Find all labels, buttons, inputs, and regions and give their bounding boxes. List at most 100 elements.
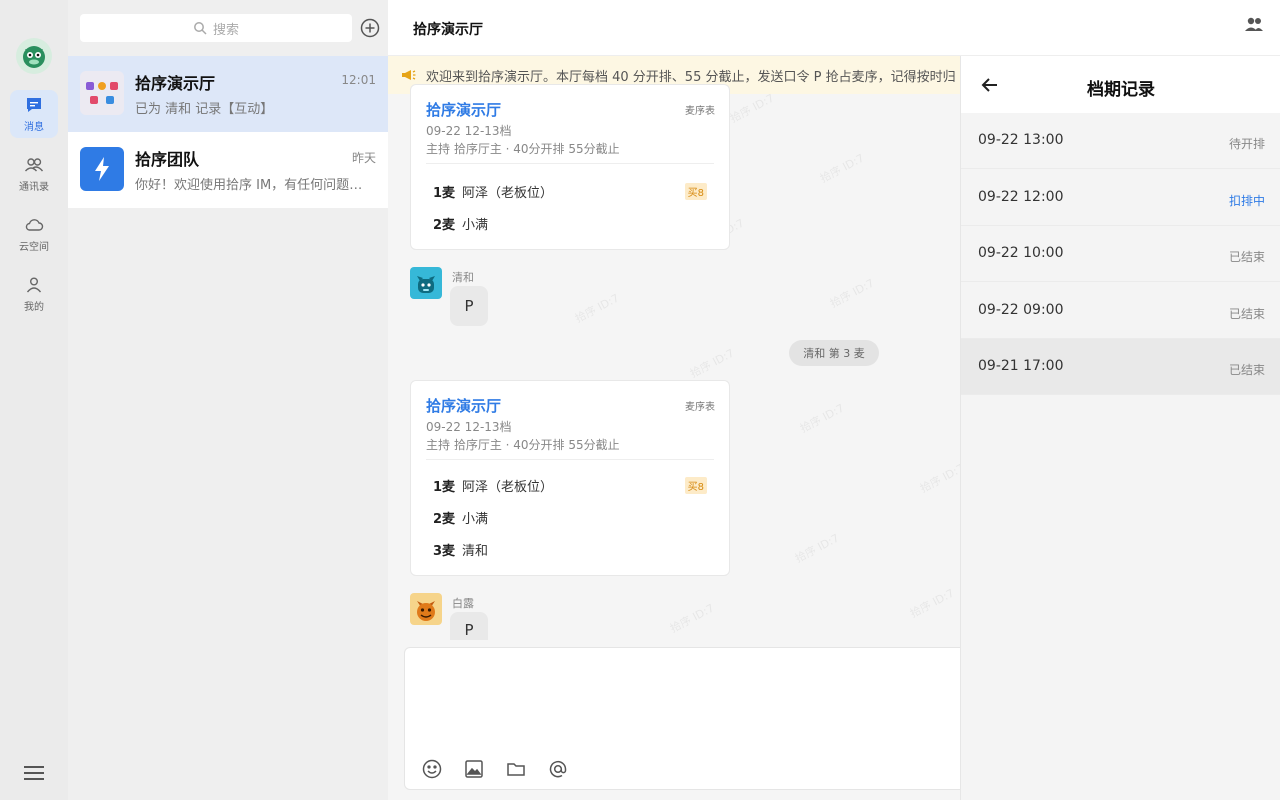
rail-item-label: 云空间: [19, 242, 49, 253]
record-row[interactable]: 09-22 10:00 已结束: [961, 226, 1280, 282]
record-status: 待开排: [1228, 137, 1265, 151]
divider: [426, 459, 714, 460]
cloud-icon: [25, 219, 44, 231]
devil-avatar-icon: [417, 601, 435, 621]
rail-item-label: 通讯录: [19, 182, 49, 193]
card-info: 主持 拾序厅主 · 40分开排 55分截止: [426, 142, 620, 156]
buy-badge: 买8: [684, 182, 707, 200]
folder-icon[interactable]: [505, 758, 527, 780]
image-icon[interactable]: [463, 758, 485, 780]
mic-number: 1麦: [433, 479, 456, 495]
emoji-icon[interactable]: [421, 758, 443, 780]
record-status: 扣排中: [1228, 194, 1265, 208]
mic-number: 2麦: [433, 217, 456, 233]
chat-title: 拾序演示厅: [413, 22, 483, 38]
group-members-icon[interactable]: [1244, 16, 1264, 34]
mic-order-card[interactable]: 拾序演示厅 麦序表 09-22 12-13档 主持 拾序厅主 · 40分开排 5…: [410, 84, 730, 250]
record-status: 已结束: [1228, 307, 1265, 321]
watermark-text: 拾序 ID:7: [827, 276, 877, 311]
watermark-text: 拾序 ID:7: [907, 586, 957, 621]
system-notice: 清和 第 3 麦: [789, 340, 879, 366]
chat-pane: 拾序演示厅 欢迎来到拾序演示厅。本厅每档 40 分开排、55 分截止，发送口令 …: [388, 0, 1280, 800]
record-row[interactable]: 09-22 09:00 已结束: [961, 283, 1280, 339]
mention-icon[interactable]: [547, 758, 569, 780]
watermark-text: 拾序 ID:7: [817, 151, 867, 186]
record-status: 已结束: [1228, 250, 1265, 264]
watermark-text: 拾序 ID:7: [797, 401, 847, 436]
mic-user: 阿泽（老板位）: [462, 185, 554, 201]
record-time: 09-22 10:00: [978, 245, 1064, 261]
contacts-icon: [24, 158, 44, 172]
conversation-name: 拾序演示厅: [135, 74, 216, 93]
card-title: 拾序演示厅: [426, 101, 502, 119]
team-avatar: [80, 147, 124, 191]
mic-user: 小满: [462, 511, 489, 527]
sender-avatar[interactable]: [410, 267, 442, 299]
cat-avatar-icon: [417, 276, 435, 293]
record-time: 09-22 13:00: [978, 132, 1064, 148]
divider: [426, 163, 714, 164]
rail-item-label: 我的: [24, 302, 44, 313]
conversation-item-hall[interactable]: 拾序演示厅 12:01 已为 清和 记录【互动】: [68, 56, 388, 132]
rail-item-contacts[interactable]: 通讯录: [10, 150, 58, 198]
message-bubble[interactable]: P: [450, 612, 488, 640]
record-row[interactable]: 09-22 12:00 扣排中: [961, 170, 1280, 226]
mic-row: 3麦 清和: [433, 538, 707, 560]
add-circle-icon[interactable]: [359, 17, 381, 39]
record-time: 09-21 17:00: [978, 358, 1064, 374]
search-icon: [194, 22, 207, 35]
watermark-text: 拾序 ID:7: [792, 531, 842, 566]
user-avatar[interactable]: [16, 38, 52, 74]
announcement-text: 欢迎来到拾序演示厅。本厅每档 40 分开排、55 分截止，发送口令 P 抢占麦序…: [426, 69, 956, 85]
mic-user: 阿泽（老板位）: [462, 479, 554, 495]
card-tag: 麦序表: [685, 106, 715, 117]
record-status: 已结束: [1228, 363, 1265, 377]
chat-bubble-icon: [27, 98, 41, 112]
conversation-name: 拾序团队: [135, 150, 200, 169]
group-avatar: [80, 71, 124, 115]
hamburger-menu-icon[interactable]: [22, 762, 46, 784]
rail-item-label: 消息: [24, 122, 44, 133]
emoji-grid-icon: [86, 82, 118, 104]
watermark-text: 拾序 ID:7: [572, 291, 622, 326]
card-tag: 麦序表: [685, 402, 715, 413]
chat-header: 拾序演示厅: [388, 0, 1280, 56]
conversation-time: 12:01: [341, 73, 376, 87]
record-row[interactable]: 09-21 17:00 已结束: [961, 339, 1280, 395]
watermark-text: 拾序 ID:7: [727, 91, 777, 126]
record-row[interactable]: 09-22 13:00 待开排: [961, 113, 1280, 169]
message-composer[interactable]: [404, 647, 980, 790]
mic-number: 3麦: [433, 543, 456, 559]
sender-name: 白露: [452, 597, 474, 610]
sender-name: 清和: [452, 271, 474, 284]
lightning-icon: [95, 157, 109, 181]
conversation-preview: 你好！欢迎使用拾序 IM，有任何问题可…: [135, 178, 375, 193]
mic-number: 1麦: [433, 185, 456, 201]
panel-title: 档期记录: [1087, 80, 1155, 100]
conversation-item-team[interactable]: 拾序团队 昨天 你好！欢迎使用拾序 IM，有任何问题可…: [68, 132, 388, 208]
card-title: 拾序演示厅: [426, 397, 502, 415]
mic-order-card[interactable]: 拾序演示厅 麦序表 09-22 12-13档 主持 拾序厅主 · 40分开排 5…: [410, 380, 730, 576]
panel-header: 档期记录: [961, 56, 1280, 113]
mic-row: 1麦 阿泽（老板位） 买8: [433, 180, 707, 202]
period-records-panel: 档期记录 09-22 13:00 待开排 09-22 12:00 扣排中 09-…: [960, 56, 1280, 800]
record-time: 09-22 09:00: [978, 302, 1064, 318]
mic-row: 1麦 阿泽（老板位） 买8: [433, 474, 707, 496]
rail-item-me[interactable]: 我的: [10, 270, 58, 318]
mic-user: 清和: [462, 543, 489, 559]
mic-row: 2麦 小满: [433, 506, 707, 528]
message-bubble[interactable]: P: [450, 286, 488, 326]
search-input[interactable]: 搜索: [80, 14, 352, 42]
watermark-text: 拾序 ID:7: [667, 601, 717, 636]
conversation-time: 昨天: [351, 151, 376, 165]
app-rail: 消息 通讯录 云空间 我的: [0, 0, 68, 800]
mic-row: 2麦 小满: [433, 212, 707, 234]
dragon-avatar-icon: [23, 46, 45, 68]
megaphone-icon: [402, 70, 416, 80]
sender-avatar[interactable]: [410, 593, 442, 625]
conversation-preview: 已为 清和 记录【互动】: [135, 102, 274, 117]
rail-item-messages[interactable]: 消息: [10, 90, 58, 138]
card-slot: 09-22 12-13档: [426, 124, 512, 138]
rail-item-cloud[interactable]: 云空间: [10, 210, 58, 258]
card-info: 主持 拾序厅主 · 40分开排 55分截止: [426, 438, 620, 452]
